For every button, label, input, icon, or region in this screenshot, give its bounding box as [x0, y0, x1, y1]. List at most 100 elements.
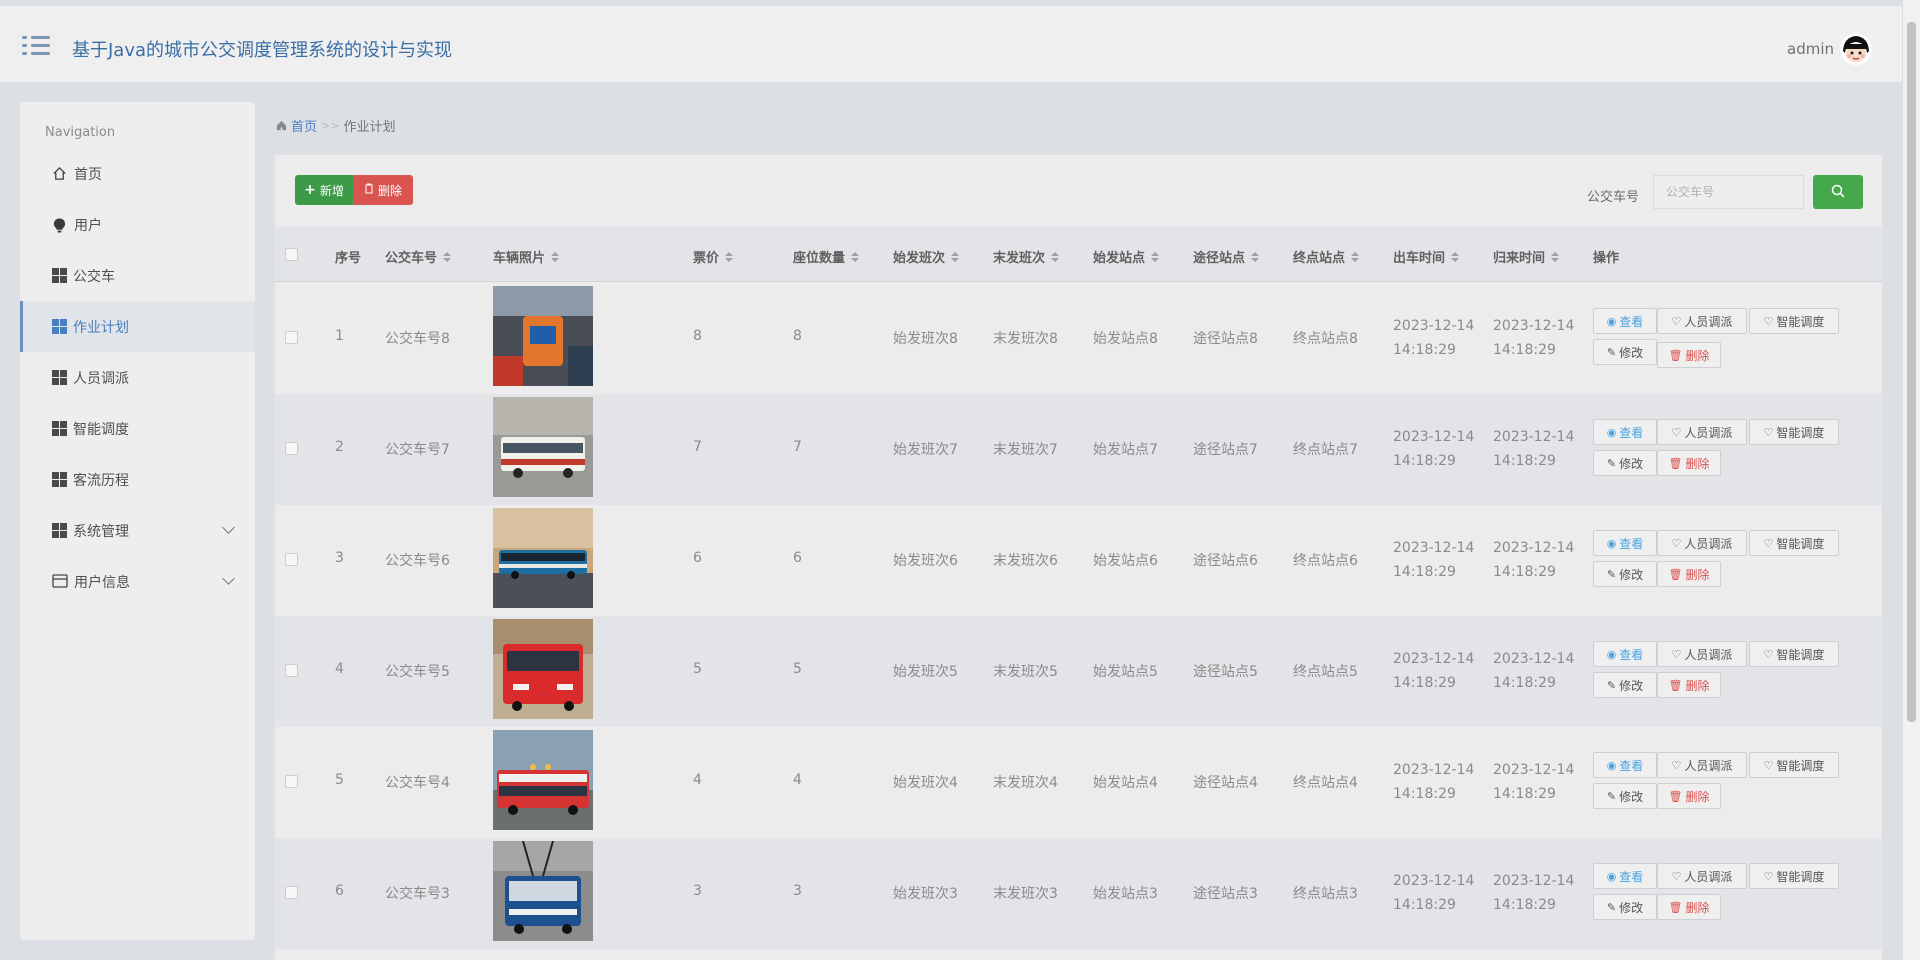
- bus-photo[interactable]: [493, 730, 593, 830]
- search-icon: [1831, 184, 1845, 201]
- remove-button[interactable]: 🗑 删除: [1657, 450, 1721, 476]
- cell-via: 途径站点3: [1193, 886, 1258, 902]
- delete-button[interactable]: 删除: [353, 175, 413, 205]
- bus-photo[interactable]: [493, 286, 593, 386]
- column-header-end-station[interactable]: 终点站点: [1293, 247, 1360, 266]
- edit-button[interactable]: ✎ 修改: [1593, 894, 1657, 920]
- sidebar-item-system-admin[interactable]: 系统管理: [20, 505, 255, 556]
- cell-start: 始发站点6: [1093, 553, 1158, 569]
- column-header-return-time[interactable]: 归来时间: [1493, 247, 1560, 266]
- row-checkbox[interactable]: [285, 331, 298, 344]
- smart-dispatch-button[interactable]: ♡ 智能调度: [1749, 419, 1839, 445]
- assign-staff-button[interactable]: ♡ 人员调派: [1657, 752, 1747, 778]
- select-all-checkbox[interactable]: [285, 248, 298, 261]
- cell-price: 4: [693, 772, 702, 788]
- row-checkbox[interactable]: [285, 886, 298, 899]
- sort-icon: [1151, 251, 1160, 262]
- edit-button[interactable]: ✎ 修改: [1593, 783, 1657, 809]
- column-header-depart-time[interactable]: 出车时间: [1393, 247, 1460, 266]
- edit-button[interactable]: ✎ 修改: [1593, 672, 1657, 698]
- column-header-first-shift[interactable]: 始发班次: [893, 247, 960, 266]
- bus-photo[interactable]: [493, 619, 593, 719]
- heart-icon: ♡: [1671, 425, 1682, 439]
- cell-via: 途径站点4: [1193, 775, 1258, 791]
- cell-start: 始发站点5: [1093, 664, 1158, 680]
- column-header-price[interactable]: 票价: [693, 247, 734, 266]
- row-checkbox[interactable]: [285, 775, 298, 788]
- column-header-via-station[interactable]: 途径站点: [1193, 247, 1260, 266]
- row-checkbox[interactable]: [285, 442, 298, 455]
- cell-depart-time: 2023-12-14 14:18:29: [1393, 762, 1475, 802]
- search-label: 公交车号: [1587, 190, 1640, 205]
- smart-dispatch-button[interactable]: ♡ 智能调度: [1749, 530, 1839, 556]
- grid-icon: [52, 370, 67, 385]
- sidebar-item-smart-dispatch[interactable]: 智能调度: [20, 403, 255, 454]
- sidebar-item-passenger-flow[interactable]: 客流历程: [20, 454, 255, 505]
- row-checkbox[interactable]: [285, 664, 298, 677]
- assign-staff-button[interactable]: ♡ 人员调派: [1657, 641, 1747, 667]
- trash-icon: 🗑: [1668, 456, 1683, 470]
- column-header-bus[interactable]: 公交车号: [385, 247, 452, 266]
- row-checkbox[interactable]: [285, 553, 298, 566]
- table-header: 序号 公交车号 车辆照片 票价 座位数量 始发班次 末发班次 始发站点 途径站点…: [275, 227, 1882, 282]
- edit-button[interactable]: ✎ 修改: [1593, 339, 1657, 365]
- assign-staff-button[interactable]: ♡ 人员调派: [1657, 419, 1747, 445]
- cell-return-time: 2023-12-14 14:18:29: [1493, 429, 1575, 469]
- cell-depart-time: 2023-12-14 14:18:29: [1393, 540, 1475, 580]
- edit-icon: ✎: [1606, 345, 1617, 359]
- scrollbar-thumb[interactable]: [1907, 22, 1916, 722]
- sidebar-item-users[interactable]: 用户: [20, 199, 255, 250]
- search-button[interactable]: [1813, 175, 1863, 209]
- column-header-photo[interactable]: 车辆照片: [493, 247, 560, 266]
- remove-button[interactable]: 🗑 删除: [1657, 672, 1721, 698]
- breadcrumb-home-link[interactable]: 首页: [291, 116, 317, 135]
- assign-staff-button[interactable]: ♡ 人员调派: [1657, 863, 1747, 889]
- search-input[interactable]: [1653, 175, 1804, 209]
- column-header-index: 序号: [335, 251, 362, 266]
- sidebar-item-work-plan[interactable]: 作业计划: [20, 301, 255, 352]
- view-button[interactable]: ◉ 查看: [1593, 752, 1657, 778]
- smart-dispatch-button[interactable]: ♡ 智能调度: [1749, 308, 1839, 334]
- bus-photo[interactable]: [493, 841, 593, 941]
- view-button[interactable]: ◉ 查看: [1593, 419, 1657, 445]
- remove-button[interactable]: 🗑 删除: [1657, 561, 1721, 587]
- add-button[interactable]: + 新增: [295, 175, 353, 205]
- view-button[interactable]: ◉ 查看: [1593, 863, 1657, 889]
- remove-button[interactable]: 🗑 删除: [1657, 783, 1721, 809]
- sidebar-item-user-info[interactable]: 用户信息: [20, 556, 255, 607]
- cell-index: 2: [335, 439, 344, 455]
- sidebar-item-label: 用户信息: [74, 574, 130, 591]
- sidebar-item-bus[interactable]: 公交车: [20, 250, 255, 301]
- view-button[interactable]: ◉ 查看: [1593, 530, 1657, 556]
- column-header-start-station[interactable]: 始发站点: [1093, 247, 1160, 266]
- sidebar-item-staff-dispatch[interactable]: 人员调派: [20, 352, 255, 403]
- avatar[interactable]: [1840, 33, 1872, 65]
- remove-button[interactable]: 🗑 删除: [1657, 894, 1721, 920]
- sidebar-item-home[interactable]: 首页: [20, 148, 255, 199]
- assign-staff-button[interactable]: ♡ 人员调派: [1657, 530, 1747, 556]
- edit-icon: ✎: [1606, 678, 1617, 692]
- user-name[interactable]: admin: [1787, 40, 1834, 58]
- smart-dispatch-button[interactable]: ♡ 智能调度: [1749, 641, 1839, 667]
- edit-button[interactable]: ✎ 修改: [1593, 450, 1657, 476]
- remove-button[interactable]: 🗑 删除: [1657, 342, 1721, 368]
- heart-icon: ♡: [1671, 536, 1682, 550]
- eye-icon: ◉: [1606, 314, 1617, 328]
- table-row: 3 公交车号6 6 6 始发班次6 末发班次6 始发站点6 途径站点6 终点站点6 2023-12…: [275, 505, 1882, 616]
- bus-photo[interactable]: [493, 397, 593, 497]
- assign-staff-button[interactable]: ♡ 人员调派: [1657, 308, 1747, 334]
- edit-button[interactable]: ✎ 修改: [1593, 561, 1657, 587]
- smart-dispatch-button[interactable]: ♡ 智能调度: [1749, 863, 1839, 889]
- cell-return-time: 2023-12-14 14:18:29: [1493, 318, 1575, 358]
- heart-icon: ♡: [1671, 869, 1682, 883]
- column-header-last-shift[interactable]: 末发班次: [993, 247, 1060, 266]
- page-scrollbar[interactable]: [1903, 0, 1920, 960]
- menu-toggle-icon[interactable]: [22, 34, 50, 58]
- bus-photo[interactable]: [493, 508, 593, 608]
- cell-seats: 4: [793, 772, 802, 788]
- cell-seats: 7: [793, 439, 802, 455]
- smart-dispatch-button[interactable]: ♡ 智能调度: [1749, 752, 1839, 778]
- view-button[interactable]: ◉ 查看: [1593, 641, 1657, 667]
- column-header-seats[interactable]: 座位数量: [793, 247, 860, 266]
- view-button[interactable]: ◉ 查看: [1593, 308, 1657, 334]
